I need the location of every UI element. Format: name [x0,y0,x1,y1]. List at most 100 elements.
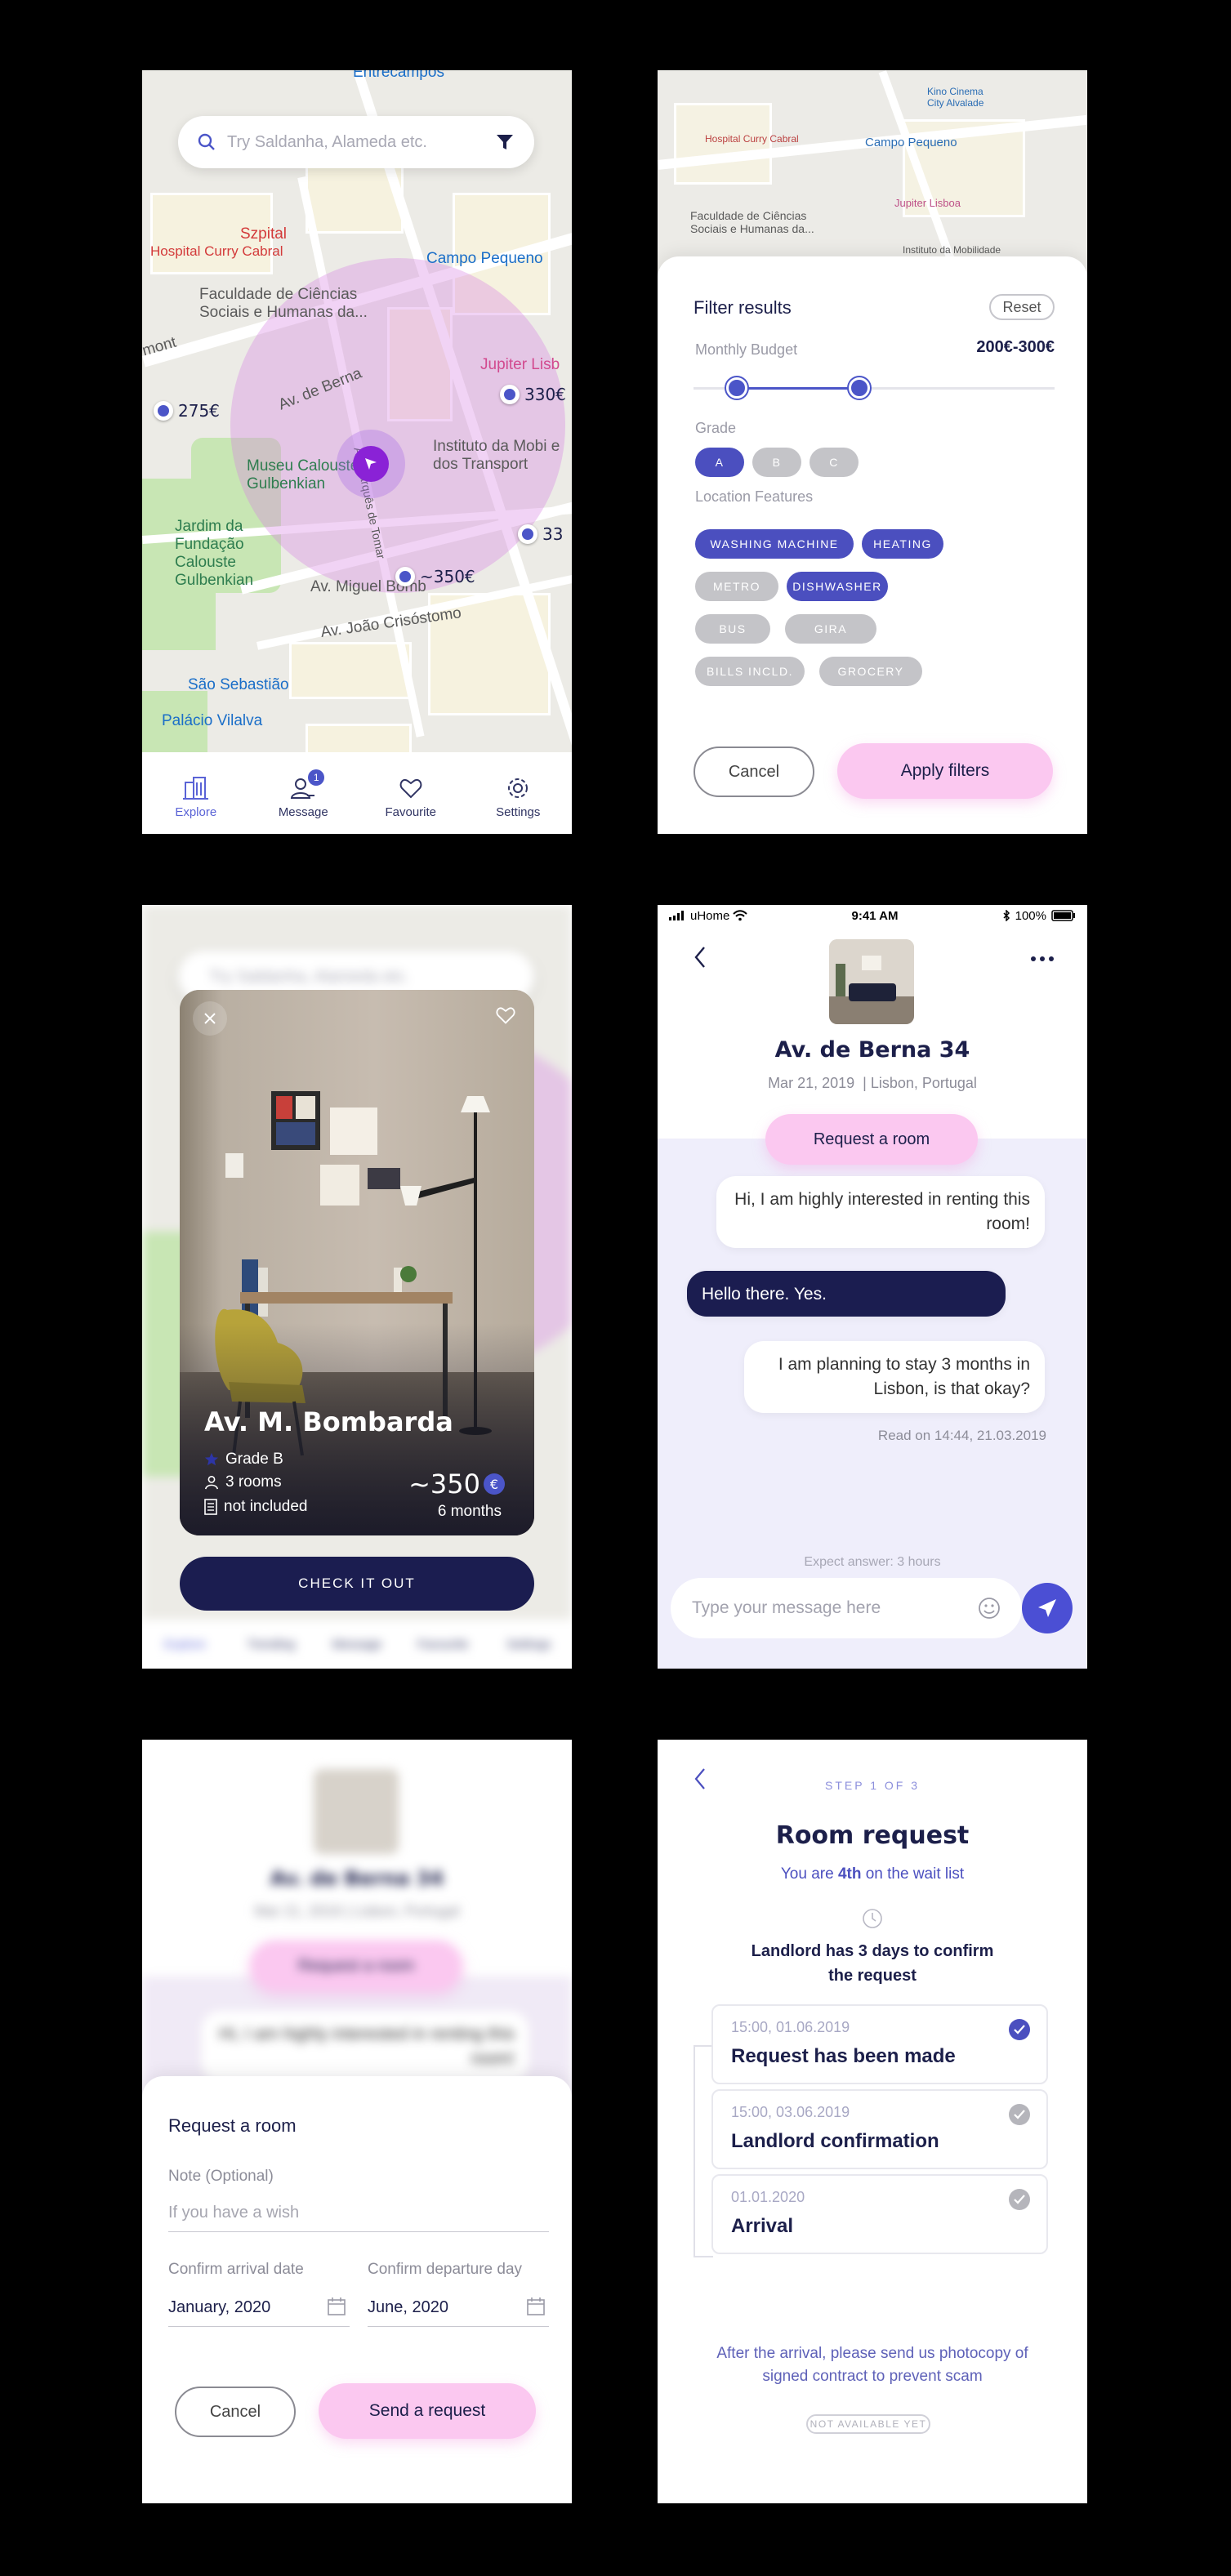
budget-slider[interactable] [694,377,1055,399]
waitlist-number: 4th [837,1865,862,1883]
building-icon [182,776,208,800]
expected-answer-time: Expect answer: 3 hours [804,1555,941,1569]
send-icon [1038,1599,1056,1617]
tab-settings[interactable]: Settings [477,776,559,819]
map-label: Instituto da Mobi e dos Transport [433,438,560,473]
price-pin[interactable]: ~350€ [395,567,475,586]
feature-chip[interactable]: Washing machine [695,529,854,559]
tab-label: Settings [496,804,541,819]
current-location-pin[interactable] [337,430,405,498]
send-request-button[interactable]: Send a request [319,2383,536,2439]
room-card[interactable]: Av. M. Bombarda Grade B 3 rooms not incl… [180,990,534,1535]
feature-chip[interactable]: Bills incld. [695,657,805,686]
tab-explore[interactable]: Explore [155,776,237,819]
map-label: Jardim da Fundação Calouste Gulbenkian [175,518,254,589]
map[interactable]: Entrecampos Szpital Hospital Curry Cabra… [142,70,572,834]
room-thumbnail [829,939,914,1024]
message-input[interactable]: Type your message here [671,1578,1022,1638]
note-label: Note (Optional) [168,2168,274,2185]
grade-chip-a[interactable]: A [695,448,744,477]
message-bubble-sent: Hi, I am highly interested in renting th… [201,2011,529,2083]
request-room-button: Request a room [250,1941,462,1991]
grade-chip-c[interactable]: C [810,448,859,477]
feature-chip[interactable]: Grocery [819,657,922,686]
room-name: Av. M. Bombarda [204,1406,453,1437]
reset-button[interactable]: Reset [989,294,1055,320]
price-pin[interactable]: 275€ [154,401,220,421]
tab-message[interactable]: 1 Message [262,769,344,819]
room-title: Av. de Berna 34 [270,1867,444,1890]
check-it-out-button[interactable]: CHECK IT OUT [180,1557,534,1611]
filter-icon[interactable] [495,132,515,152]
map-label: Hospital Curry Cabral [705,133,799,145]
map-label: Campo Pequeno [426,250,543,267]
price-pin[interactable]: 330€ [500,385,566,404]
map-label: Jupiter Lisboa [894,197,961,209]
map-label: Hospital Curry Cabral [150,243,283,259]
price-pin[interactable]: 33 [518,524,563,544]
feature-chip[interactable]: Gira [785,614,876,644]
tab-label: Trending [247,1637,296,1651]
search-bar[interactable]: Try Saldanha, Alameda etc. [178,116,534,168]
budget-slider-range [737,387,860,390]
calendar-icon[interactable] [327,2297,346,2316]
bottom-tab-bar: Explore 1 Message Favourite Settings [142,752,572,834]
map-label: Jupiter Lisb [480,356,560,373]
feature-chip[interactable]: Metro [695,572,778,601]
more-options-icon[interactable] [1030,956,1055,962]
feature-chip[interactable]: Dishwasher [787,572,888,601]
request-room-button[interactable]: Request a room [765,1114,978,1165]
bluetooth-icon [1003,910,1010,921]
tab-label: Settings [506,1637,551,1651]
note-input[interactable]: If you have a wish [168,2204,299,2222]
budget-slider-max-handle[interactable] [849,377,871,399]
timeline-step: 15:00, 01.06.2019 Request has been made [711,2004,1048,2084]
rooms-row: 3 rooms [204,1473,282,1491]
signal-icon [669,911,684,920]
cancel-button[interactable]: Cancel [694,747,814,797]
waitlist-position: You are 4th on the wait list [658,1865,1087,1883]
map-label: Szpital [240,225,288,243]
map-label: Instituto da Mobilidade [903,244,1001,256]
budget-slider-min-handle[interactable] [726,377,748,399]
status-bar: uHome 9:41 AM 100% [658,905,1087,926]
waitlist-prefix: You are [780,1865,838,1883]
tab-label: Message [332,1637,382,1651]
calendar-icon[interactable] [526,2297,546,2316]
person-icon [204,1475,219,1490]
tab-label: Explore [164,1637,207,1651]
carrier-name: uHome [690,908,730,923]
back-icon[interactable] [694,946,707,969]
message-bubble-received: Hello there. Yes. [687,1271,1006,1317]
map-label: Palácio Vilalva [162,712,263,729]
step-date: 01.01.2020 [731,2189,805,2205]
step-date: 15:00, 01.06.2019 [731,2019,850,2035]
map-label: Entrecampos [353,70,444,81]
tab-label: Favourite [417,1637,469,1651]
bills-row: not included [204,1498,307,1516]
map-label: São Sebastião [188,676,289,693]
price-value: ~350 [408,1468,480,1500]
close-button[interactable] [193,1001,227,1036]
feature-chip[interactable]: Heating [862,529,943,559]
listing-date: Mar 21, 2019 [768,1075,855,1091]
battery-icon [1051,910,1075,921]
emoji-icon[interactable] [978,1597,1001,1620]
departure-date-field[interactable]: June, 2020 [368,2298,448,2317]
favourite-button[interactable] [488,998,523,1032]
arrival-date-field[interactable]: January, 2020 [168,2298,270,2317]
tab-label: Favourite [385,804,437,819]
apply-filters-button[interactable]: Apply filters [837,743,1053,799]
features-label: Location Features [695,488,814,505]
bills-text: not included [224,1498,308,1515]
search-input[interactable]: Try Saldanha, Alameda etc. [227,133,495,152]
grade-text: Grade B [225,1451,283,1468]
explore-screen: Entrecampos Szpital Hospital Curry Cabra… [142,70,572,834]
filter-screen: Kino Cinema City Alvalade Campo Pequeno … [658,70,1087,834]
cancel-button[interactable]: Cancel [175,2387,296,2437]
feature-chip[interactable]: Bus [695,614,770,644]
tab-favourite[interactable]: Favourite [370,776,452,819]
grade-label: Grade [695,420,737,436]
grade-chip-b[interactable]: B [752,448,801,477]
send-button[interactable] [1022,1583,1073,1633]
